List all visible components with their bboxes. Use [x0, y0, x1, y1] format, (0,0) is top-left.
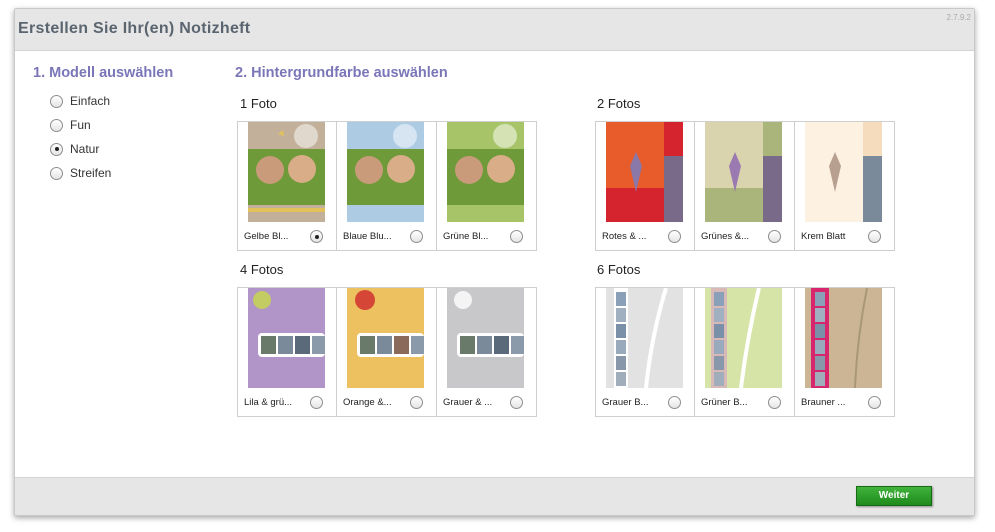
model-option-label: Natur: [70, 142, 100, 156]
template-thumbnail: [347, 122, 424, 222]
template-caption: Grauer B...: [602, 397, 649, 408]
model-option-label: Einfach: [70, 94, 111, 108]
model-list: Einfach Fun Natur Streifen: [50, 89, 111, 185]
radio-icon[interactable]: [668, 396, 681, 409]
template-caption: Gelbe Bl...: [244, 231, 289, 242]
next-button[interactable]: Weiter: [856, 486, 932, 506]
template-caption: Blaue Blu...: [343, 231, 392, 242]
template-caption: Lila & grü...: [244, 397, 293, 408]
grid-2-fotos: Rotes & ... Grünes &... Krem Blatt: [595, 121, 895, 251]
template-thumbnail: [606, 288, 683, 388]
grid-6-fotos: Grauer B... Grüner B... Brauner ...: [595, 287, 895, 417]
template-thumbnail: [248, 122, 325, 222]
template-card[interactable]: Grauer B...: [595, 287, 695, 417]
radio-icon[interactable]: [668, 230, 681, 243]
template-card[interactable]: Grüne Bl...: [437, 121, 537, 251]
template-caption: Grauer & ...: [443, 397, 493, 408]
template-card[interactable]: Gelbe Bl...: [237, 121, 337, 251]
version-label: 2.7.9.2: [946, 13, 971, 22]
template-caption: Rotes & ...: [602, 231, 647, 242]
template-thumbnail: [347, 288, 424, 388]
template-card[interactable]: Grünes &...: [695, 121, 795, 251]
radio-icon[interactable]: [768, 230, 781, 243]
template-thumbnail: [705, 288, 782, 388]
radio-icon[interactable]: [768, 396, 781, 409]
template-thumbnail: [705, 122, 782, 222]
template-caption: Orange &...: [343, 397, 392, 408]
radio-checked-icon[interactable]: [310, 230, 323, 243]
template-card[interactable]: Rotes & ...: [595, 121, 695, 251]
model-option-label: Fun: [70, 118, 91, 132]
radio-icon[interactable]: [510, 230, 523, 243]
radio-icon[interactable]: [868, 396, 881, 409]
radio-icon[interactable]: [410, 396, 423, 409]
model-option-label: Streifen: [70, 166, 112, 180]
radio-icon[interactable]: [410, 230, 423, 243]
template-thumbnail: [805, 122, 882, 222]
model-option-streifen[interactable]: Streifen: [50, 161, 111, 185]
radio-icon[interactable]: [868, 230, 881, 243]
model-option-einfach[interactable]: Einfach: [50, 89, 111, 113]
template-caption: Grüner B...: [701, 397, 748, 408]
radio-icon[interactable]: [50, 94, 63, 108]
template-thumbnail: [248, 288, 325, 388]
model-option-natur[interactable]: Natur: [50, 137, 111, 161]
group-label-2-fotos: 2 Fotos: [597, 96, 641, 111]
dialog-title: Erstellen Sie Ihr(en) Notizheft: [18, 20, 251, 37]
title-bar: Erstellen Sie Ihr(en) Notizheft 2.7.9.2: [15, 9, 974, 51]
footer-bar: Weiter: [15, 477, 974, 515]
template-thumbnail: [805, 288, 882, 388]
radio-icon[interactable]: [310, 396, 323, 409]
grid-4-fotos: Lila & grü... Orange &... Grauer & ...: [237, 287, 537, 417]
template-thumbnail: [606, 122, 683, 222]
template-thumbnail: [447, 288, 524, 388]
grid-1-foto: Gelbe Bl... Blaue Blu... Grüne Bl...: [237, 121, 537, 251]
template-caption: Grünes &...: [701, 231, 750, 242]
radio-icon[interactable]: [510, 396, 523, 409]
group-label-6-fotos: 6 Fotos: [597, 262, 641, 277]
model-option-fun[interactable]: Fun: [50, 113, 111, 137]
template-caption: Brauner ...: [801, 397, 846, 408]
template-card[interactable]: Orange &...: [337, 287, 437, 417]
template-card[interactable]: Grauer & ...: [437, 287, 537, 417]
model-heading: 1. Modell auswählen: [33, 65, 174, 81]
template-card[interactable]: Grüner B...: [695, 287, 795, 417]
radio-checked-icon[interactable]: [50, 142, 63, 156]
notebook-dialog: Erstellen Sie Ihr(en) Notizheft 2.7.9.2 …: [14, 8, 975, 516]
template-card[interactable]: Lila & grü...: [237, 287, 337, 417]
template-caption: Grüne Bl...: [443, 231, 489, 242]
radio-icon[interactable]: [50, 166, 63, 180]
color-heading: 2. Hintergrundfarbe auswählen: [235, 65, 448, 81]
group-label-1-foto: 1 Foto: [240, 96, 277, 111]
template-card[interactable]: Brauner ...: [795, 287, 895, 417]
template-card[interactable]: Krem Blatt: [795, 121, 895, 251]
template-caption: Krem Blatt: [801, 231, 846, 242]
template-card[interactable]: Blaue Blu...: [337, 121, 437, 251]
group-label-4-fotos: 4 Fotos: [240, 262, 284, 277]
template-thumbnail: [447, 122, 524, 222]
radio-icon[interactable]: [50, 118, 63, 132]
